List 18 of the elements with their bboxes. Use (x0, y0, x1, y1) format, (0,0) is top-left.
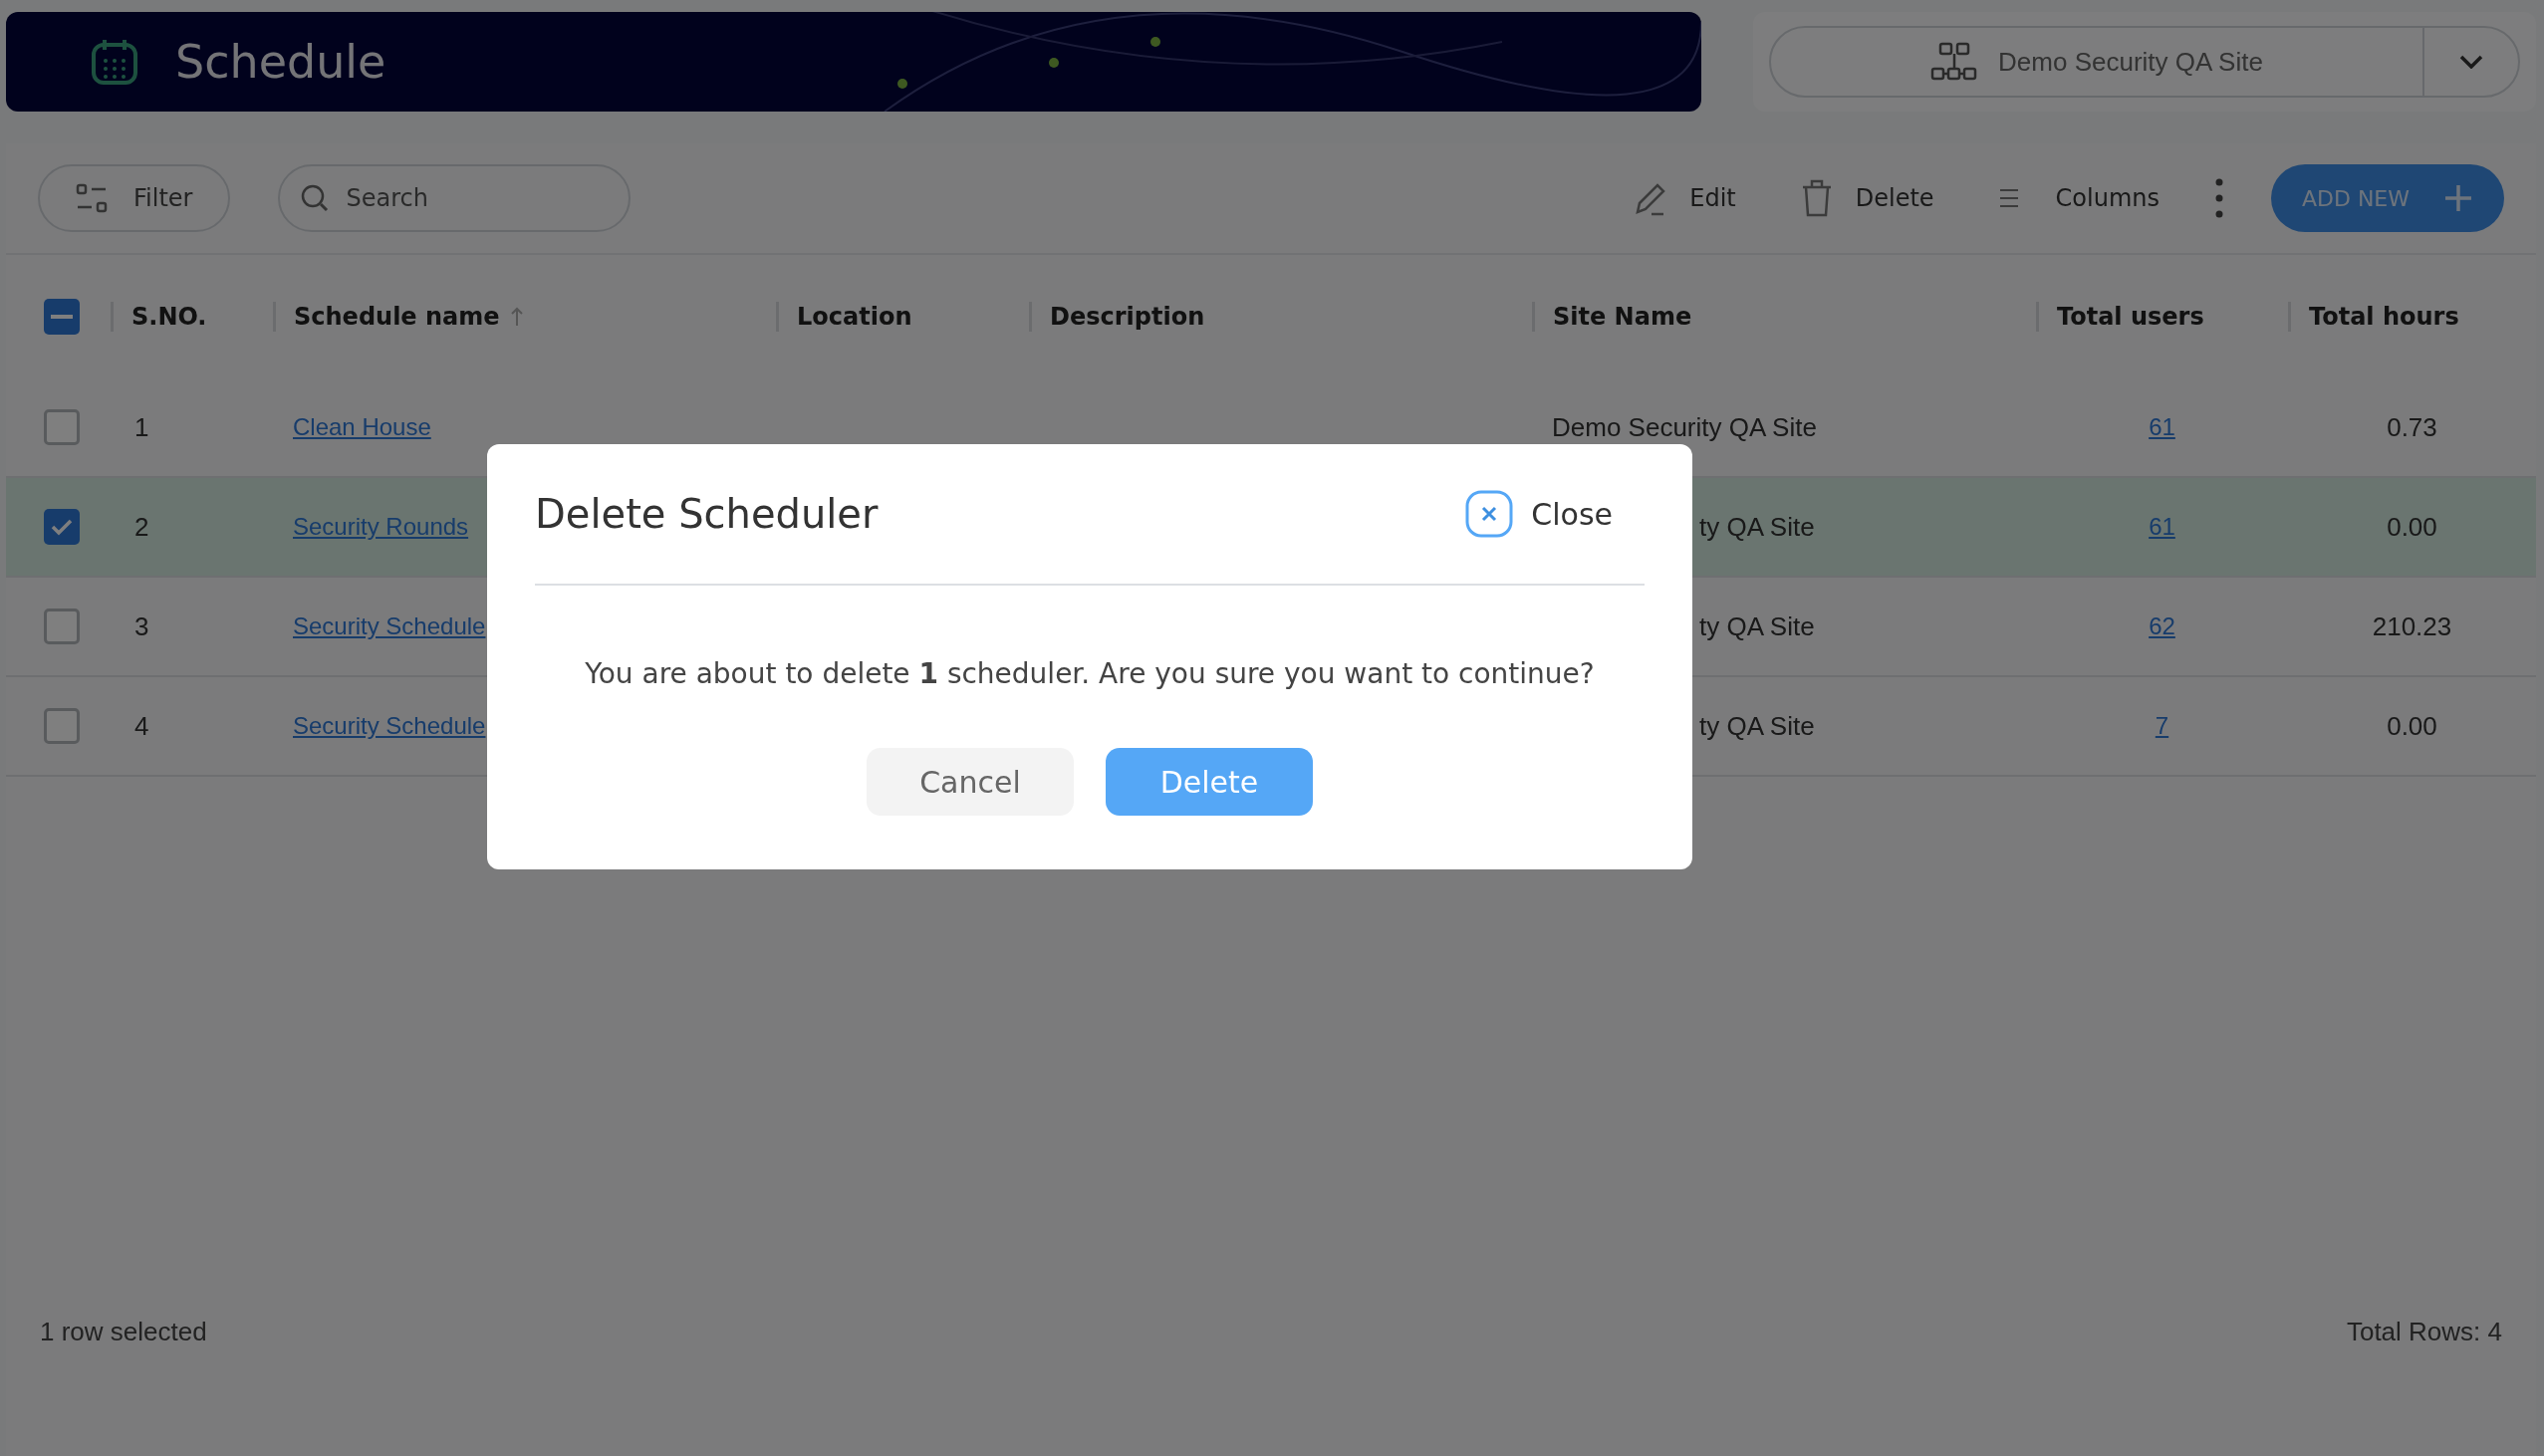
total-rows: Total Rows: 4 (2346, 1317, 2502, 1347)
selection-count: 1 row selected (40, 1317, 207, 1347)
table-cell-text: 1 (133, 411, 150, 443)
dialog-message: You are about to delete 1 scheduler. Are you sure you want to continue? (584, 657, 1596, 690)
table-cell-text: 4 (133, 710, 150, 742)
table-cell-text: 3 (133, 610, 150, 642)
table-cell: ty QA Site (1699, 610, 1815, 641)
dialog-title: Delete Scheduler (535, 491, 879, 537)
table-cell: Demo Security QA Site (1552, 411, 1817, 442)
table-cell: ty QA Site (1699, 710, 1815, 741)
site-name: Demo Security QA Site (1998, 46, 2263, 78)
table-cell-text: 2 (133, 511, 150, 543)
table-cell: ty QA Site (1699, 511, 1815, 542)
table-cell-text: 0.73 (2386, 411, 2438, 443)
table-cell-text: 210.23 (2371, 610, 2453, 642)
table-cell-text: 0.00 (2386, 511, 2438, 543)
page-title: Schedule (175, 35, 386, 89)
table-cell-text: 0.00 (2386, 710, 2438, 742)
